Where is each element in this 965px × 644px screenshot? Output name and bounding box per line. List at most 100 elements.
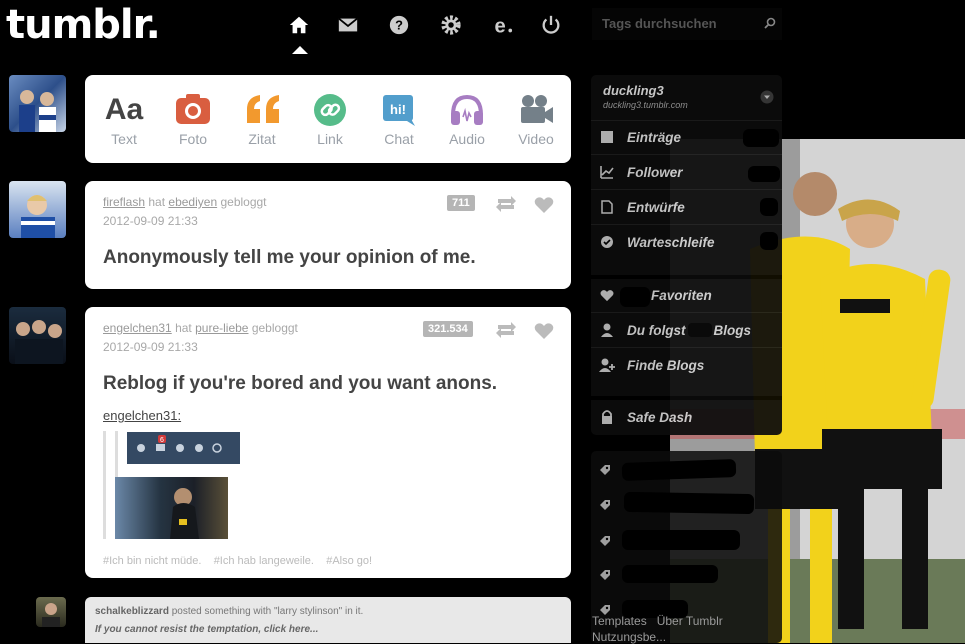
tag-item[interactable] bbox=[599, 567, 611, 583]
post-title: Anonymously tell me your opinion of me. bbox=[103, 247, 476, 268]
sidebar-item-favorites[interactable]: Favoriten bbox=[599, 286, 712, 304]
post-user-link[interactable]: fireflash bbox=[103, 195, 145, 209]
post-date[interactable]: 2012-09-09 21:33 bbox=[103, 340, 198, 354]
search-input[interactable] bbox=[600, 15, 754, 32]
divider bbox=[591, 347, 782, 348]
post-date[interactable]: 2012-09-09 21:33 bbox=[103, 214, 198, 228]
lock-icon bbox=[599, 409, 615, 425]
heart-icon[interactable] bbox=[534, 196, 554, 214]
post-verb: hat bbox=[148, 195, 166, 209]
redaction-mark bbox=[743, 129, 779, 147]
tag-item[interactable] bbox=[599, 462, 611, 478]
tag-link[interactable]: #Ich hab langeweile. bbox=[214, 555, 314, 567]
tag-icon bbox=[600, 570, 610, 580]
queue-icon bbox=[599, 234, 615, 250]
sidebar-item-drafts[interactable]: Entwürfe bbox=[599, 198, 685, 216]
link-post-button[interactable]: Link bbox=[300, 89, 360, 149]
video-post-button[interactable]: Video bbox=[506, 89, 566, 149]
sidebar-item-safe-dash[interactable]: Safe Dash bbox=[599, 408, 692, 426]
notice-avatar[interactable] bbox=[36, 597, 66, 627]
user-icon bbox=[599, 322, 615, 338]
text-post-button[interactable]: Aa Text bbox=[94, 89, 154, 149]
redaction-mark bbox=[760, 198, 778, 216]
settings-icon[interactable] bbox=[438, 12, 464, 38]
add-user-icon bbox=[599, 357, 615, 373]
redaction-mark bbox=[623, 491, 755, 515]
svg-text:e: e bbox=[495, 15, 506, 36]
sidebar-item-queue[interactable]: Warteschleife bbox=[599, 233, 715, 251]
quote-post-label: Zitat bbox=[248, 131, 276, 147]
notice-user[interactable]: schalkeblizzard bbox=[95, 606, 169, 617]
help-icon[interactable]: ? bbox=[386, 12, 412, 38]
home-icon[interactable] bbox=[286, 12, 312, 38]
sidebar-item-find-blogs[interactable]: Finde Blogs bbox=[599, 356, 704, 374]
heart-icon bbox=[599, 287, 615, 303]
reblog-icon[interactable] bbox=[495, 321, 517, 339]
svg-text:6: 6 bbox=[160, 437, 164, 444]
post-source-link[interactable]: pure-liebe bbox=[195, 321, 248, 335]
tag-item[interactable] bbox=[599, 497, 611, 513]
posts-icon bbox=[599, 129, 615, 145]
chat-post-label: Chat bbox=[384, 131, 414, 147]
post-reblog-info: engelchen31 hat pure-liebe gebloggt bbox=[103, 321, 298, 335]
content-warning-notice[interactable]: schalkeblizzard posted something with "l… bbox=[85, 597, 571, 643]
video-icon bbox=[521, 95, 553, 123]
post-action: gebloggt bbox=[251, 321, 298, 335]
post-source-link[interactable]: ebediyen bbox=[168, 195, 217, 209]
sidebar-item-label: Entwürfe bbox=[627, 199, 685, 215]
divider bbox=[591, 189, 782, 190]
audio-post-label: Audio bbox=[449, 131, 485, 147]
draft-icon bbox=[599, 199, 615, 215]
explore-icon[interactable]: e bbox=[489, 12, 515, 38]
audio-post-button[interactable]: Audio bbox=[437, 89, 497, 149]
tag-link[interactable]: #Ich bin nicht müde. bbox=[103, 555, 201, 567]
chat-post-button[interactable]: hi! Chat bbox=[369, 89, 429, 149]
post-card: fireflash hat ebediyen gebloggt 2012-09-… bbox=[85, 181, 571, 289]
embedded-photo[interactable] bbox=[115, 477, 228, 539]
sidebar-item-posts[interactable]: Einträge bbox=[599, 128, 681, 146]
power-icon[interactable] bbox=[538, 12, 564, 38]
section-gap bbox=[591, 275, 782, 279]
notes-count-badge[interactable]: 321.534 bbox=[423, 321, 473, 337]
quote-author-link[interactable]: engelchen31: bbox=[103, 408, 181, 423]
mail-icon[interactable] bbox=[335, 12, 361, 38]
notes-count-badge[interactable]: 711 bbox=[447, 195, 475, 211]
redaction-mark bbox=[622, 530, 740, 550]
sidebar-item-followers[interactable]: Follower bbox=[599, 163, 683, 181]
tag-icon bbox=[600, 465, 610, 475]
footer-links: Templates Über Tumblr bbox=[592, 614, 723, 628]
blog-url[interactable]: duckling3.tumblr.com bbox=[603, 100, 688, 110]
photo-post-label: Foto bbox=[178, 131, 207, 147]
quote-author-name[interactable]: engelchen31: bbox=[103, 408, 181, 423]
post-author-avatar[interactable] bbox=[9, 181, 66, 238]
redaction-mark bbox=[622, 565, 718, 583]
text-icon: Aa bbox=[104, 93, 144, 126]
tag-link[interactable]: #Also go! bbox=[326, 555, 372, 567]
post-user-link[interactable]: engelchen31 bbox=[103, 321, 172, 335]
sidebar-item-following[interactable]: Du folgst Blogs bbox=[599, 321, 751, 339]
post-type-bar: Aa Text Foto Zitat Link hi! Chat Audio V… bbox=[85, 75, 571, 163]
footer-link-terms[interactable]: Nutzungsbe... bbox=[592, 630, 666, 644]
divider bbox=[591, 120, 782, 121]
chevron-down-icon[interactable] bbox=[760, 90, 774, 104]
divider bbox=[591, 312, 782, 313]
tumblr-logo[interactable]: tumblr. bbox=[6, 2, 161, 48]
blog-name[interactable]: duckling3 bbox=[603, 83, 664, 98]
user-avatar[interactable] bbox=[9, 75, 66, 132]
search-icon[interactable] bbox=[764, 17, 776, 29]
redaction-mark bbox=[748, 166, 780, 182]
post-title: Reblog if you're bored and you want anon… bbox=[103, 373, 498, 394]
quote-post-button[interactable]: Zitat bbox=[232, 89, 292, 149]
tag-item[interactable] bbox=[599, 533, 611, 549]
footer-link-templates[interactable]: Templates bbox=[592, 614, 647, 628]
reblog-icon[interactable] bbox=[495, 195, 517, 213]
sidebar-item-label-suffix: Blogs bbox=[713, 322, 752, 338]
photo-post-button[interactable]: Foto bbox=[163, 89, 223, 149]
notice-reveal-link[interactable]: If you cannot resist the temptation, cli… bbox=[95, 624, 318, 635]
video-post-label: Video bbox=[518, 131, 554, 147]
post-author-avatar[interactable] bbox=[9, 307, 66, 364]
sidebar-item-label: Warteschleife bbox=[627, 234, 715, 250]
headphones-icon bbox=[451, 94, 483, 125]
footer-link-about[interactable]: Über Tumblr bbox=[657, 614, 723, 628]
heart-icon[interactable] bbox=[534, 322, 554, 340]
